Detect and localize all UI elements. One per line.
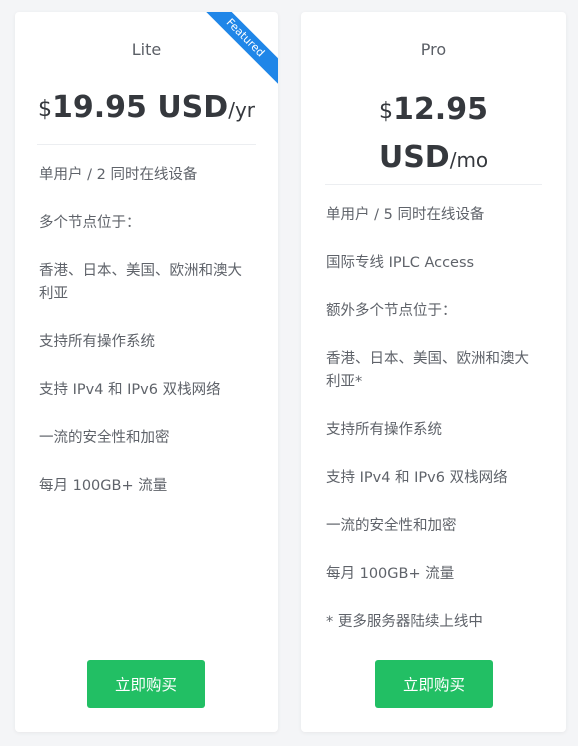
feature-item: 支持 IPv4 和 IPv6 双栈网络: [326, 470, 508, 486]
feature-list: 单用户 / 5 同时在线设备 国际专线 IPLC Access 额外多个节点位于…: [326, 204, 540, 659]
currency-symbol: $: [379, 99, 394, 124]
feature-item: 国际专线 IPLC Access: [326, 255, 475, 271]
price-amount-number: 12.95: [393, 92, 488, 127]
feature-item: 额外多个节点位于：: [326, 303, 457, 319]
billing-period: /yr: [228, 98, 255, 122]
feature-item: 每月 100GB+ 流量: [326, 566, 455, 582]
feature-item: 单用户 / 5 同时在线设备: [326, 207, 485, 223]
plan-name: Pro: [420, 40, 447, 59]
currency-symbol: $: [37, 97, 52, 122]
price-currency-code: USD: [378, 140, 450, 175]
plan-name: Lite: [131, 40, 162, 59]
feature-item: 每月 100GB+ 流量: [39, 478, 168, 494]
feature-item: * 更多服务器陆续上线中: [326, 614, 483, 630]
divider: [37, 144, 256, 145]
price-amount: 19.95 USD: [51, 90, 229, 125]
feature-item: 单用户 / 2 同时在线设备: [39, 167, 198, 183]
feature-item: 支持 IPv4 和 IPv6 双栈网络: [39, 382, 221, 398]
feature-item: 一流的安全性和加密: [39, 430, 170, 446]
divider: [325, 184, 542, 185]
buy-now-button[interactable]: 立即购买: [375, 660, 493, 708]
plan-card-pro: Pro $12.95 USD/mo 单用户 / 5 同时在线设备 国际专线 IPL…: [301, 12, 566, 732]
feature-item: 香港、日本、美国、欧洲和澳大利亚*: [326, 351, 529, 390]
plan-price: $12.95 USD/mo: [301, 88, 566, 184]
feature-item: 一流的安全性和加密: [326, 518, 457, 534]
billing-period: /mo: [449, 148, 489, 172]
buy-now-button[interactable]: 立即购买: [87, 660, 205, 708]
feature-item: 香港、日本、美国、欧洲和澳大利亚: [39, 263, 242, 302]
plan-card-lite: Featured Lite $19.95 USD/yr 单用户 / 2 同时在线…: [15, 12, 278, 732]
feature-item: 多个节点位于：: [39, 215, 141, 231]
feature-item: 支持所有操作系统: [326, 422, 442, 438]
feature-list: 单用户 / 2 同时在线设备 多个节点位于： 香港、日本、美国、欧洲和澳大利亚 …: [39, 164, 254, 523]
feature-item: 支持所有操作系统: [39, 334, 155, 350]
plan-price: $19.95 USD/yr: [15, 88, 278, 132]
